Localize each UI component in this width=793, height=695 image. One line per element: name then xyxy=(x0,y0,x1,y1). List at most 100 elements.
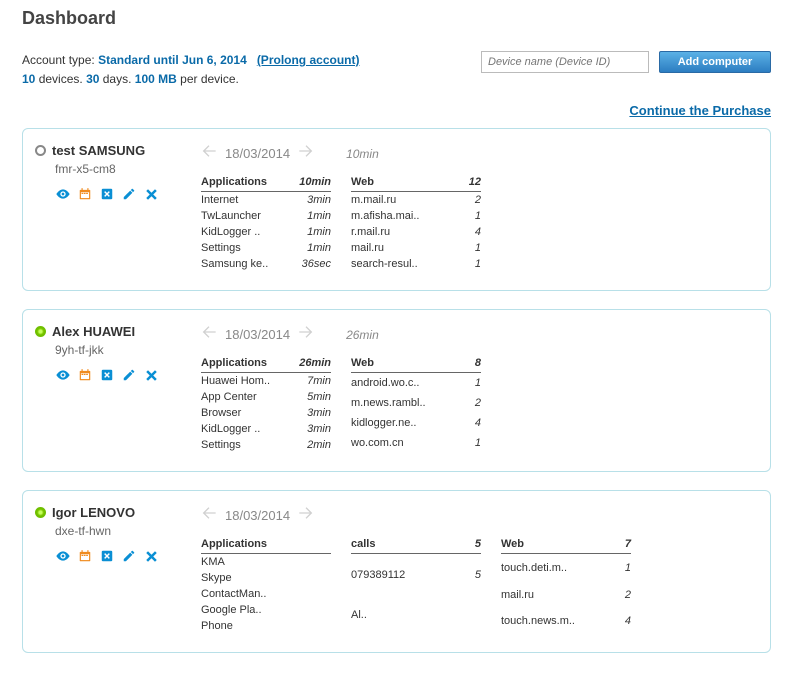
table-row: touch.deti.m.. 1 xyxy=(501,554,631,581)
data-table: Applications 26min Huawei Hom.. 7min App… xyxy=(201,355,331,453)
data-table: Applications KMA Skype ContactMan.. Goog… xyxy=(201,536,331,634)
row-value: 1min xyxy=(289,208,331,224)
row-name: Google Pla.. xyxy=(201,602,331,618)
table-row: App Center 5min xyxy=(201,389,331,405)
next-arrow-icon[interactable] xyxy=(298,505,314,526)
table-row: KMA xyxy=(201,554,331,571)
close-icon[interactable] xyxy=(143,548,159,564)
table-header-total: 5 xyxy=(468,536,481,554)
action-icons xyxy=(55,186,185,202)
table-row: ContactMan.. xyxy=(201,586,331,602)
table-row: mail.ru 1 xyxy=(351,240,481,256)
row-name: Huawei Hom.. xyxy=(201,373,290,390)
data-table: Web 7 touch.deti.m.. 1 mail.ru 2 touch.n… xyxy=(501,536,631,634)
status-bullet-icon xyxy=(35,145,46,156)
add-computer-button[interactable]: Add computer xyxy=(659,51,771,73)
days-count: 30 xyxy=(86,72,99,86)
date-label: 18/03/2014 xyxy=(225,508,290,523)
row-value: 1 xyxy=(621,554,631,581)
table-row: Samsung ke.. 36sec xyxy=(201,256,331,272)
account-type-label: Account type: xyxy=(22,53,95,67)
table-row: r.mail.ru 4 xyxy=(351,224,481,240)
table-header-total: 12 xyxy=(461,174,481,192)
table-header-total: 7 xyxy=(621,536,631,554)
row-name: Phone xyxy=(201,618,331,634)
prev-arrow-icon[interactable] xyxy=(201,143,217,164)
row-name: search-resul.. xyxy=(351,256,461,272)
calendar-icon[interactable] xyxy=(77,367,93,383)
table-row: Browser 3min xyxy=(201,405,331,421)
row-name: TwLauncher xyxy=(201,208,289,224)
table-row: touch.news.m.. 4 xyxy=(501,608,631,635)
table-header: Applications xyxy=(201,536,331,554)
view-icon[interactable] xyxy=(55,186,71,202)
next-arrow-icon[interactable] xyxy=(298,324,314,345)
row-value: 1min xyxy=(289,224,331,240)
row-name: Settings xyxy=(201,437,290,453)
row-value: 7min xyxy=(290,373,331,390)
row-value: 5 xyxy=(468,554,481,595)
status-bullet-icon xyxy=(35,507,46,518)
row-value: 2 xyxy=(461,192,481,209)
close-icon[interactable] xyxy=(143,367,159,383)
row-value: 2 xyxy=(621,581,631,608)
table-row: search-resul.. 1 xyxy=(351,256,481,272)
date-label: 18/03/2014 xyxy=(225,146,290,161)
edit-icon[interactable] xyxy=(121,186,137,202)
row-value: 1 xyxy=(471,373,481,394)
table-header: Applications xyxy=(201,174,289,192)
table-row: Skype xyxy=(201,570,331,586)
devices-count: 10 xyxy=(22,72,35,86)
device-card: test SAMSUNG fmr-x5-cm8 18/03/2014 10min… xyxy=(22,128,771,291)
view-icon[interactable] xyxy=(55,367,71,383)
row-name: Settings xyxy=(201,240,289,256)
table-row: Google Pla.. xyxy=(201,602,331,618)
row-value: 36sec xyxy=(289,256,331,272)
row-name: m.mail.ru xyxy=(351,192,461,209)
row-value: 1 xyxy=(471,433,481,453)
edit-icon[interactable] xyxy=(121,367,137,383)
device-card: Alex HUAWEI 9yh-tf-jkk 18/03/2014 26min … xyxy=(22,309,771,472)
device-search-input[interactable] xyxy=(481,51,649,73)
table-row: Settings 2min xyxy=(201,437,331,453)
delete-icon[interactable] xyxy=(99,548,115,564)
status-bullet-icon xyxy=(35,326,46,337)
device-id: dxe-tf-hwn xyxy=(55,524,185,538)
delete-icon[interactable] xyxy=(99,367,115,383)
date-label: 18/03/2014 xyxy=(225,327,290,342)
action-icons xyxy=(55,367,185,383)
close-icon[interactable] xyxy=(143,186,159,202)
row-name: m.afisha.mai.. xyxy=(351,208,461,224)
calendar-icon[interactable] xyxy=(77,186,93,202)
table-row: 079389112 5 xyxy=(351,554,481,595)
action-icons xyxy=(55,548,185,564)
row-value: 1 xyxy=(461,208,481,224)
prev-arrow-icon[interactable] xyxy=(201,505,217,526)
row-name: Browser xyxy=(201,405,290,421)
prolong-account-link[interactable]: (Prolong account) xyxy=(257,53,360,67)
row-value: 3min xyxy=(289,192,331,209)
account-info: Account type: Standard until Jun 6, 2014… xyxy=(22,51,359,89)
calendar-icon[interactable] xyxy=(77,548,93,564)
table-row: KidLogger .. 1min xyxy=(201,224,331,240)
row-value: 5min xyxy=(290,389,331,405)
next-arrow-icon[interactable] xyxy=(298,143,314,164)
view-icon[interactable] xyxy=(55,548,71,564)
table-row: wo.com.cn 1 xyxy=(351,433,481,453)
table-row: m.news.rambl.. 2 xyxy=(351,393,481,413)
delete-icon[interactable] xyxy=(99,186,115,202)
table-header: calls xyxy=(351,536,468,554)
prev-arrow-icon[interactable] xyxy=(201,324,217,345)
row-name: KidLogger .. xyxy=(201,224,289,240)
table-header-total: 8 xyxy=(471,355,481,373)
device-name: Igor LENOVO xyxy=(52,505,135,520)
continue-purchase-link[interactable]: Continue the Purchase xyxy=(629,103,771,118)
device-name: Alex HUAWEI xyxy=(52,324,135,339)
row-value: 4 xyxy=(471,413,481,433)
table-row: m.afisha.mai.. 1 xyxy=(351,208,481,224)
data-table: Web 8 android.wo.c.. 1 m.news.rambl.. 2 … xyxy=(351,355,481,453)
table-header-total: 10min xyxy=(289,174,331,192)
row-value: 4 xyxy=(621,608,631,635)
row-value: 1 xyxy=(461,240,481,256)
edit-icon[interactable] xyxy=(121,548,137,564)
